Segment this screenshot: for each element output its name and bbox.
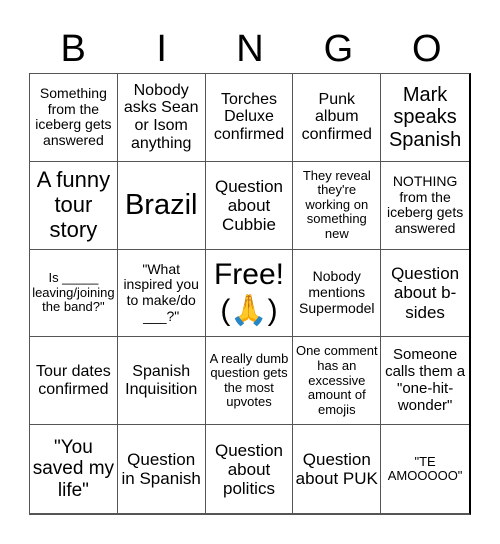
bingo-cell[interactable]: "You saved my life" <box>30 425 118 513</box>
bingo-cell[interactable]: Punk album confirmed <box>293 74 382 162</box>
bingo-cell[interactable]: Question about Cubbie <box>205 161 294 250</box>
header-letter-n: N <box>236 28 264 70</box>
bingo-cell[interactable]: Brazil <box>117 161 206 250</box>
header-letter-g: G <box>323 28 354 70</box>
bingo-cell[interactable]: One comment has an excessive amount of e… <box>293 337 382 426</box>
bingo-cell[interactable]: "What inspired you to make/do ___?" <box>117 249 206 338</box>
bingo-header: B I N G O <box>29 26 471 72</box>
bingo-card-grid: Something from the iceberg gets answered… <box>29 73 471 515</box>
bingo-cell[interactable]: Mark speaks Spanish <box>381 74 469 162</box>
bingo-cell[interactable]: Someone calls them a "one-hit-wonder" <box>381 337 469 426</box>
bingo-cell[interactable]: Torches Deluxe confirmed <box>205 74 294 162</box>
bingo-cell[interactable]: Nobody asks Sean or Isom anything <box>117 74 206 162</box>
bingo-cell[interactable]: Question about b-sides <box>381 250 469 338</box>
bingo-cell[interactable]: Something from the iceberg gets answered <box>30 74 118 162</box>
bingo-cell[interactable]: Question about politics <box>206 425 294 513</box>
bingo-cell[interactable]: Tour dates confirmed <box>30 337 118 426</box>
bingo-cell[interactable]: NOTHING from the iceberg gets answered <box>381 162 469 250</box>
bingo-cell[interactable]: They reveal they're working on something… <box>293 161 382 250</box>
header-letter-b: B <box>60 28 86 70</box>
bingo-cell[interactable]: A really dumb question gets the most upv… <box>205 337 294 426</box>
bingo-cell[interactable]: Question in Spanish <box>118 425 206 513</box>
bingo-cell[interactable]: Nobody mentions Supermodel <box>293 249 382 338</box>
header-letter-i: I <box>156 28 167 70</box>
bingo-cell[interactable]: Question about PUK <box>293 425 382 513</box>
bingo-cell[interactable]: Is _____ leaving/joining the band?" <box>30 249 118 338</box>
bingo-cell[interactable]: A funny tour story <box>30 161 118 250</box>
header-letter-o: O <box>412 28 442 70</box>
bingo-cell[interactable]: Spanish Inquisition <box>117 337 206 426</box>
bingo-cell[interactable]: "TE AMOOOOO" <box>381 425 469 513</box>
free-space-cell[interactable]: Free! (🙏) <box>205 249 294 338</box>
